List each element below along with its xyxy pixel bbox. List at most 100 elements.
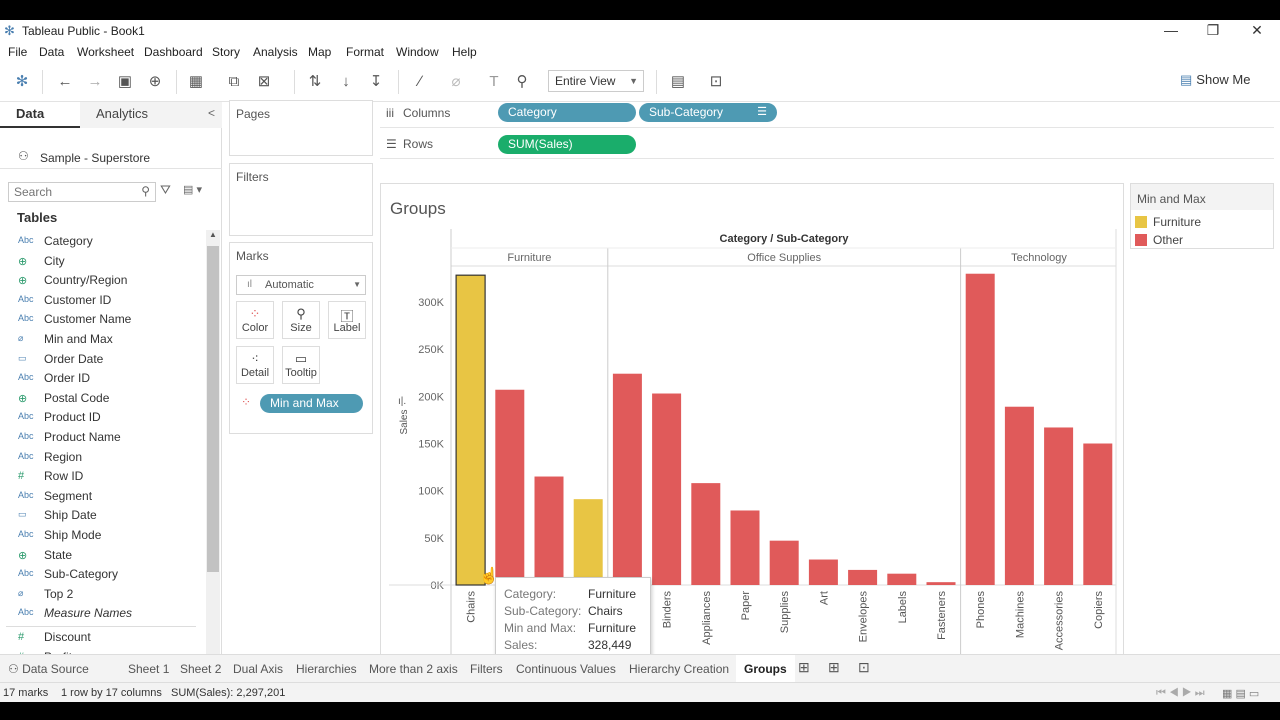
tab-data[interactable]: Data <box>0 102 80 128</box>
field-item[interactable]: Abc Ship Mode <box>0 526 205 545</box>
show-cards-icon[interactable]: ▤ <box>668 72 688 92</box>
tooltip-button[interactable]: ▭ Tooltip <box>282 346 320 384</box>
menu-bar: File Data Worksheet Dashboard Story Anal… <box>0 42 1280 62</box>
menu-analysis[interactable]: Analysis <box>253 45 298 59</box>
field-item[interactable]: Abc Customer ID <box>0 291 205 310</box>
scrollbar-thumb[interactable] <box>207 246 219 572</box>
pages-card[interactable]: Pages <box>229 100 373 156</box>
restore-button[interactable]: ❐ <box>1198 22 1228 39</box>
save-icon[interactable]: ▣ <box>115 72 135 92</box>
tab-filters[interactable]: Filters <box>470 662 503 676</box>
field-item[interactable]: Abc Segment <box>0 487 205 506</box>
tab-hierarchy-creation[interactable]: Hierarchy Creation <box>629 662 729 676</box>
menu-window[interactable]: Window <box>396 45 439 59</box>
sheet-nav-icons[interactable]: ⏮ ◀ ▶ ⏭ <box>1156 687 1205 700</box>
detail-button[interactable]: ⁖ Detail <box>236 346 274 384</box>
tab-sheet-2[interactable]: Sheet 2 <box>180 662 221 676</box>
text-label-icon[interactable]: T <box>484 72 504 92</box>
filter-icon[interactable]: ⛛ <box>160 182 171 198</box>
field-item[interactable]: # Discount <box>0 628 205 647</box>
swap-icon[interactable]: ⇅ <box>305 72 325 92</box>
menu-map[interactable]: Map <box>308 45 331 59</box>
color-button[interactable]: ⁘ Color <box>236 301 274 339</box>
columns-shelf[interactable]: iii Columns Category Sub-Category ☰ <box>380 100 1274 128</box>
field-item[interactable]: Abc Customer Name <box>0 310 205 329</box>
legend-item-furniture[interactable]: Furniture <box>1153 215 1201 229</box>
menu-story[interactable]: Story <box>212 45 240 59</box>
field-item[interactable]: Abc Measure Names <box>0 604 205 623</box>
menu-worksheet[interactable]: Worksheet <box>77 45 134 59</box>
field-item[interactable]: Abc Order ID <box>0 369 205 388</box>
sort-descending-icon[interactable]: ↧ <box>366 72 386 92</box>
rows-shelf[interactable]: ☰ Rows SUM(Sales) <box>380 131 1274 159</box>
search-input[interactable] <box>9 183 131 201</box>
collapse-icon[interactable]: < <box>208 106 215 120</box>
field-item[interactable]: Abc Category <box>0 232 205 251</box>
rows-pill-sum-sales[interactable]: SUM(Sales) <box>498 135 636 154</box>
field-name: Region <box>44 449 83 464</box>
tableau-home-icon[interactable]: ✻ <box>12 72 32 92</box>
field-item[interactable]: ⌀ Min and Max <box>0 330 205 349</box>
clear-sheet-icon[interactable]: ⊠ <box>254 72 274 92</box>
columns-pill-category[interactable]: Category <box>498 103 636 122</box>
columns-pill-sub-category[interactable]: Sub-Category ☰ <box>639 103 777 122</box>
tab-sheet-1[interactable]: Sheet 1 <box>128 662 169 676</box>
field-item[interactable]: ⊕ Postal Code <box>0 389 205 408</box>
sort-ascending-icon[interactable]: ↓ <box>336 72 356 92</box>
menu-data[interactable]: Data <box>39 45 64 59</box>
duplicate-sheet-icon[interactable]: ⧉ <box>224 72 244 92</box>
attach-icon[interactable]: ⌀ <box>446 72 466 92</box>
field-item[interactable]: ▭ Ship Date <box>0 506 205 525</box>
field-item[interactable]: ⊕ City <box>0 252 205 271</box>
tab-continuous-values[interactable]: Continuous Values <box>516 662 616 676</box>
tab-data-source[interactable]: ⚇ Data Source <box>8 662 89 676</box>
x-axis-tick-label: Envelopes <box>858 591 870 643</box>
filters-card[interactable]: Filters <box>229 163 373 236</box>
field-item[interactable]: Abc Product Name <box>0 428 205 447</box>
tab-analytics[interactable]: Analytics < <box>80 102 222 128</box>
close-button[interactable]: ✕ <box>1242 22 1272 39</box>
tab-dual-axis[interactable]: Dual Axis <box>233 662 283 676</box>
menu-dashboard[interactable]: Dashboard <box>144 45 203 59</box>
show-me-button[interactable]: ▤ Show Me <box>1180 72 1251 88</box>
presentation-icon[interactable]: ⊡ <box>706 72 726 92</box>
scroll-up-icon[interactable]: ▲ <box>209 230 217 239</box>
field-list-scrollbar[interactable]: ▲ ▼ <box>206 230 220 670</box>
mark-type-select[interactable]: ıl Automatic ▼ <box>236 275 366 295</box>
tab-hierarchies[interactable]: Hierarchies <box>296 662 357 676</box>
field-item[interactable]: Abc Product ID <box>0 408 205 427</box>
new-dashboard-tab-icon[interactable]: ⊞ <box>828 659 840 676</box>
show-me-label: Show Me <box>1196 72 1251 87</box>
legend-item-other[interactable]: Other <box>1153 233 1183 247</box>
view-options-icon[interactable]: ▤ ▾ <box>183 183 202 196</box>
tab-more-than-2-axis[interactable]: More than 2 axis <box>369 662 458 676</box>
field-item[interactable]: Abc Sub-Category <box>0 565 205 584</box>
label-button[interactable]: 🅃 Label <box>328 301 366 339</box>
minimize-button[interactable]: — <box>1156 22 1186 38</box>
marks-pill-min-and-max[interactable]: Min and Max <box>260 394 363 413</box>
field-item[interactable]: # Row ID <box>0 467 205 486</box>
field-item[interactable]: Abc Region <box>0 448 205 467</box>
field-item[interactable]: ▭ Order Date <box>0 350 205 369</box>
search-field[interactable]: ⚲ <box>8 182 156 202</box>
new-worksheet-tab-icon[interactable]: ⊞ <box>798 659 810 676</box>
new-datasource-icon[interactable]: ⊕ <box>145 72 165 92</box>
field-item[interactable]: ⊕ Country/Region <box>0 271 205 290</box>
menu-format[interactable]: Format <box>346 45 384 59</box>
menu-file[interactable]: File <box>8 45 27 59</box>
field-item[interactable]: ⊕ State <box>0 546 205 565</box>
datasource-name[interactable]: Sample - Superstore <box>40 151 150 165</box>
menu-help[interactable]: Help <box>452 45 477 59</box>
redo-icon[interactable]: → <box>85 72 105 92</box>
highlight-icon[interactable]: ∕ <box>410 72 430 92</box>
field-item[interactable]: ⌀ Top 2 <box>0 585 205 604</box>
size-button[interactable]: ⚲ Size <box>282 301 320 339</box>
new-worksheet-icon[interactable]: ▦ <box>186 72 206 92</box>
undo-icon[interactable]: ← <box>55 72 75 92</box>
new-story-tab-icon[interactable]: ⊡ <box>858 659 870 676</box>
bar-fasteners <box>926 582 956 585</box>
sheet-sorter-icons[interactable]: ▦ ▤ ▭ <box>1222 687 1259 700</box>
pin-icon[interactable]: ⚲ <box>512 72 532 92</box>
tab-groups[interactable]: Groups <box>736 655 795 683</box>
fit-view-select[interactable]: Entire View ▼ <box>548 70 644 92</box>
